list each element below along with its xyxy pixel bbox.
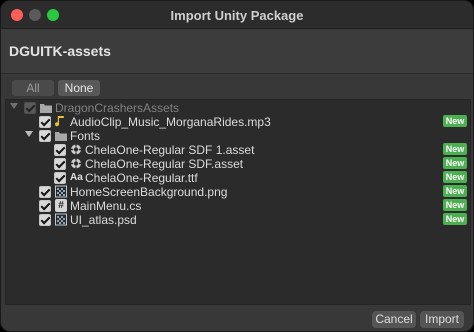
select-none-button[interactable]: None bbox=[58, 80, 100, 96]
folder-icon bbox=[55, 129, 67, 142]
font-file-icon: Aa bbox=[70, 172, 83, 183]
asset-tree: DragonCrashersAssets AudioClip_Music_Morg… bbox=[5, 99, 471, 305]
csharp-script-icon: # bbox=[55, 199, 67, 212]
new-badge: New bbox=[443, 157, 467, 169]
texture-icon bbox=[55, 213, 67, 226]
tree-row[interactable]: Aa ChelaOne-Regular.ttf New bbox=[6, 171, 470, 185]
include-checkbox[interactable] bbox=[39, 116, 51, 128]
texture-icon bbox=[55, 185, 67, 198]
new-badge: New bbox=[443, 171, 467, 183]
new-badge: New bbox=[443, 143, 467, 155]
import-package-window: Import Unity Package DGUITK-assets All N… bbox=[0, 0, 474, 332]
font-asset-icon bbox=[70, 157, 82, 170]
tree-row[interactable]: Fonts bbox=[6, 129, 470, 143]
asset-label: HomeScreenBackground.png bbox=[70, 185, 228, 199]
folder-icon bbox=[40, 101, 52, 114]
tree-row[interactable]: DragonCrashersAssets bbox=[6, 101, 470, 115]
asset-label: ChelaOne-Regular SDF.asset bbox=[85, 157, 244, 171]
import-button[interactable]: Import bbox=[420, 311, 464, 328]
tree-row[interactable]: ChelaOne-Regular SDF 1.asset New bbox=[6, 143, 470, 157]
foldout-arrow[interactable] bbox=[10, 103, 18, 109]
include-checkbox[interactable] bbox=[39, 214, 51, 226]
include-checkbox[interactable] bbox=[54, 172, 66, 184]
include-checkbox[interactable] bbox=[39, 130, 51, 142]
new-badge: New bbox=[443, 213, 467, 225]
tree-row[interactable]: ChelaOne-Regular SDF.asset New bbox=[6, 157, 470, 171]
font-asset-icon bbox=[70, 143, 82, 156]
tree-row[interactable]: UI_atlas.psd New bbox=[6, 213, 470, 227]
cancel-button[interactable]: Cancel bbox=[372, 311, 416, 328]
include-checkbox[interactable] bbox=[39, 186, 51, 198]
title-bar: Import Unity Package bbox=[1, 1, 473, 29]
include-checkbox[interactable] bbox=[54, 158, 66, 170]
tree-row[interactable]: AudioClip_Music_MorganaRides.mp3 New bbox=[6, 115, 470, 129]
include-checkbox[interactable] bbox=[39, 200, 51, 212]
asset-label: ChelaOne-Regular.ttf bbox=[85, 171, 198, 185]
package-name: DGUITK-assets bbox=[9, 43, 111, 59]
select-all-button[interactable]: All bbox=[12, 80, 54, 96]
tree-row[interactable]: # MainMenu.cs New bbox=[6, 199, 470, 213]
include-checkbox[interactable] bbox=[24, 102, 36, 114]
window-title: Import Unity Package bbox=[170, 8, 304, 23]
asset-label: DragonCrashersAssets bbox=[55, 101, 180, 115]
asset-label: ChelaOne-Regular SDF 1.asset bbox=[85, 143, 255, 157]
new-badge: New bbox=[443, 199, 467, 211]
new-badge: New bbox=[443, 115, 467, 127]
include-checkbox[interactable] bbox=[54, 144, 66, 156]
tree-row[interactable]: HomeScreenBackground.png New bbox=[6, 185, 470, 199]
asset-label: UI_atlas.psd bbox=[70, 213, 137, 227]
new-badge: New bbox=[443, 185, 467, 197]
asset-label: MainMenu.cs bbox=[70, 199, 142, 213]
foldout-arrow[interactable] bbox=[25, 131, 33, 137]
selection-toolbar: All None bbox=[1, 75, 473, 99]
asset-label: Fonts bbox=[70, 129, 101, 143]
audio-clip-icon bbox=[55, 115, 67, 128]
asset-label: AudioClip_Music_MorganaRides.mp3 bbox=[70, 115, 271, 129]
dialog-footer: Cancel Import bbox=[1, 306, 473, 331]
package-header: DGUITK-assets bbox=[1, 30, 473, 74]
